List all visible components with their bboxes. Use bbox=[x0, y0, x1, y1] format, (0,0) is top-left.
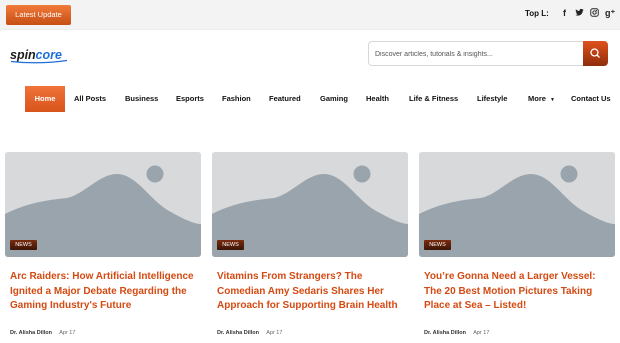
main-nav: Home All Posts Business Esports Fashion … bbox=[0, 86, 620, 112]
facebook-icon[interactable]: f bbox=[560, 8, 569, 19]
post-author[interactable]: Dr. Alisha Dillon bbox=[217, 330, 259, 336]
post-meta: Dr. Alisha Dillon Apr 17 bbox=[424, 330, 489, 336]
post-author[interactable]: Dr. Alisha Dillon bbox=[424, 330, 466, 336]
svg-text:spin: spin bbox=[10, 48, 36, 62]
nav-contact-us[interactable]: Contact Us bbox=[571, 86, 611, 112]
nav-fashion[interactable]: Fashion bbox=[222, 86, 251, 112]
nav-gaming[interactable]: Gaming bbox=[320, 86, 348, 112]
post-card[interactable]: NEWS Vitamins From Strangers? The Comedi… bbox=[212, 152, 408, 343]
post-card[interactable]: NEWS Arc Raiders: How Artificial Intelli… bbox=[5, 152, 201, 343]
social-icons: f g⁺ bbox=[560, 8, 615, 19]
search-box bbox=[368, 41, 608, 66]
nav-all-posts[interactable]: All Posts bbox=[74, 86, 106, 112]
latest-update-button[interactable]: Latest Update bbox=[6, 5, 71, 25]
site-logo[interactable]: spin core bbox=[9, 45, 69, 65]
post-meta: Dr. Alisha Dillon Apr 17 bbox=[217, 330, 282, 336]
search-button[interactable] bbox=[583, 41, 608, 66]
nav-more-label: More bbox=[528, 94, 546, 103]
post-date: Apr 17 bbox=[59, 330, 76, 336]
search-input[interactable] bbox=[375, 46, 580, 62]
top-label: Top L: bbox=[525, 9, 549, 18]
nav-life-fitness[interactable]: Life & Fitness bbox=[409, 86, 458, 112]
category-badge[interactable]: NEWS bbox=[424, 240, 451, 250]
post-card[interactable]: NEWS You’re Gonna Need a Larger Vessel: … bbox=[419, 152, 615, 343]
caret-down-icon: ▼ bbox=[550, 97, 555, 103]
nav-featured[interactable]: Featured bbox=[269, 86, 301, 112]
twitter-icon[interactable] bbox=[575, 8, 584, 19]
search-icon bbox=[590, 48, 600, 58]
google-plus-icon[interactable]: g⁺ bbox=[605, 8, 615, 19]
category-badge[interactable]: NEWS bbox=[217, 240, 244, 250]
post-title[interactable]: Arc Raiders: How Artificial Intelligence… bbox=[10, 270, 196, 314]
top-bar: Latest Update Top L: f g⁺ bbox=[0, 0, 620, 30]
nav-lifestyle[interactable]: Lifestyle bbox=[477, 86, 507, 112]
nav-more[interactable]: More ▼ bbox=[528, 86, 555, 112]
post-title[interactable]: You’re Gonna Need a Larger Vessel: The 2… bbox=[424, 270, 610, 314]
category-badge[interactable]: NEWS bbox=[10, 240, 37, 250]
post-date: Apr 17 bbox=[266, 330, 283, 336]
nav-business[interactable]: Business bbox=[125, 86, 158, 112]
nav-esports[interactable]: Esports bbox=[176, 86, 204, 112]
nav-home[interactable]: Home bbox=[25, 86, 65, 112]
post-title[interactable]: Vitamins From Strangers? The Comedian Am… bbox=[217, 270, 403, 314]
post-author[interactable]: Dr. Alisha Dillon bbox=[10, 330, 52, 336]
nav-health[interactable]: Health bbox=[366, 86, 389, 112]
post-date: Apr 17 bbox=[473, 330, 490, 336]
svg-text:core: core bbox=[36, 48, 62, 62]
instagram-icon[interactable] bbox=[590, 8, 599, 19]
post-meta: Dr. Alisha Dillon Apr 17 bbox=[10, 330, 75, 336]
